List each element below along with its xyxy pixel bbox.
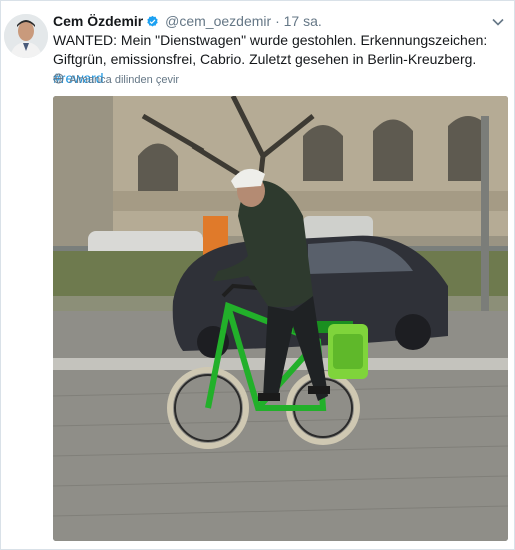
tweet-card[interactable]: Cem Özdemir @cem_oezdemir · 17 sa. WANTE…: [0, 0, 515, 550]
author-handle[interactable]: @cem_oezdemir: [165, 13, 271, 29]
header-separator: ·: [275, 13, 280, 29]
verified-badge-icon: [146, 14, 159, 32]
translate-link[interactable]: Almanca dilinden çevir: [53, 73, 179, 87]
tweet-header: Cem Özdemir @cem_oezdemir · 17 sa.: [53, 12, 484, 32]
translate-label: Almanca dilinden çevir: [69, 74, 180, 86]
author-name[interactable]: Cem Özdemir: [53, 13, 143, 29]
avatar[interactable]: [4, 14, 48, 58]
tweet-media-image[interactable]: [53, 96, 508, 541]
chevron-down-icon[interactable]: [490, 14, 506, 30]
globe-icon: [53, 73, 64, 87]
tweet-text-body: WANTED: Mein "Dienstwagen" wurde gestohl…: [53, 32, 488, 67]
timestamp[interactable]: 17 sa.: [284, 13, 322, 29]
